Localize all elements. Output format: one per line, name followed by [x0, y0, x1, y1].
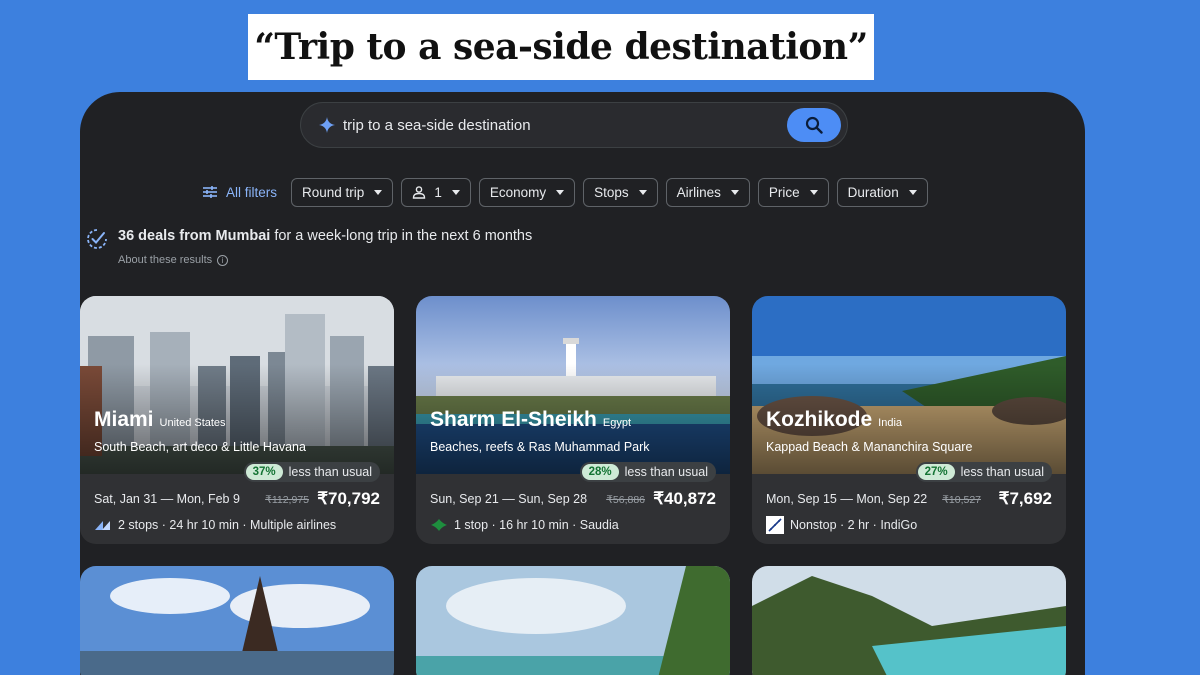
old-price: ₹10,527: [942, 494, 981, 506]
saudia-logo-icon: [431, 519, 447, 531]
trip-dates: Sat, Jan 31 — Mon, Feb 9: [94, 492, 240, 506]
card-subtitle: Kappad Beach & Mananchira Square: [766, 440, 973, 454]
current-price: ₹40,872: [653, 489, 716, 508]
passengers-label: 1: [434, 184, 442, 200]
card-city: Miami United States: [94, 408, 226, 432]
deals-rest: for a week-long trip in the next 6 month…: [270, 228, 533, 244]
cabin-label: Economy: [489, 184, 547, 200]
trip-dates: Sun, Sep 21 — Sun, Sep 28: [430, 492, 588, 506]
flight-details: 1 stop · 16 hr 10 min · Saudia: [454, 518, 619, 532]
discount-badge: 37%: [245, 464, 283, 480]
deals-count: 36 deals from Mumbai: [118, 228, 271, 244]
old-price: ₹56,886: [606, 494, 645, 506]
all-filters-button[interactable]: All filters: [202, 185, 277, 200]
chevron-down-icon: [451, 189, 460, 195]
card-subtitle: Beaches, reefs & Ras Muhammad Park: [430, 440, 650, 454]
old-price: ₹112,975: [265, 494, 309, 506]
current-price: ₹70,792: [317, 489, 380, 508]
duration-dropdown[interactable]: Duration: [836, 177, 928, 207]
card-city: Kozhikode India: [766, 408, 902, 432]
discount-badge: 27%: [917, 464, 955, 480]
duration-label: Duration: [847, 184, 899, 200]
chevron-down-icon: [556, 189, 565, 195]
destination-card-tropical[interactable]: [416, 566, 730, 675]
filter-bar: All filters Round trip 1 Economy Stops A…: [202, 177, 936, 207]
price-dropdown[interactable]: Price: [757, 177, 829, 207]
passengers-dropdown[interactable]: 1: [401, 177, 471, 207]
app-window: trip to a sea-side destination All filte…: [80, 92, 1085, 675]
search-icon: [805, 116, 823, 134]
city-name: Miami: [94, 408, 154, 431]
discount-badge: 28%: [581, 464, 619, 480]
destination-card-bali[interactable]: [80, 566, 394, 675]
stops-dropdown[interactable]: Stops: [583, 177, 658, 207]
about-label: About these results: [118, 254, 213, 266]
destination-card-miami[interactable]: Miami United States South Beach, art dec…: [80, 296, 394, 544]
mountain-coast-photo: [752, 566, 1066, 675]
search-button[interactable]: [787, 108, 841, 142]
discount-text: less than usual: [960, 465, 1044, 479]
discount-text: less than usual: [288, 465, 372, 479]
chevron-down-icon: [730, 189, 739, 195]
cabin-dropdown[interactable]: Economy: [478, 177, 576, 207]
card-city: Sharm El-Sheikh Egypt: [430, 408, 631, 432]
airlines-dropdown[interactable]: Airlines: [665, 177, 750, 207]
city-name: Sharm El-Sheikh: [430, 408, 597, 431]
destination-card-sharm-el-sheikh[interactable]: Sharm El-Sheikh Egypt Beaches, reefs & R…: [416, 296, 730, 544]
country-name: United States: [159, 417, 226, 429]
country-name: India: [878, 417, 903, 429]
info-icon: i: [217, 254, 229, 266]
chevron-down-icon: [908, 189, 917, 195]
discount-row: 28% less than usual: [579, 462, 716, 482]
flight-details: Nonstop · 2 hr · IndiGo: [790, 518, 918, 532]
country-name: Egypt: [602, 417, 632, 429]
filter-sliders-icon: [203, 186, 217, 198]
chevron-down-icon: [638, 189, 647, 195]
flight-info: Nonstop · 2 hr · IndiGo: [766, 516, 917, 534]
stops-label: Stops: [594, 184, 629, 200]
trip-dates: Mon, Sep 15 — Mon, Sep 22: [766, 492, 928, 506]
verified-check-icon: [87, 229, 107, 249]
trip-type-dropdown[interactable]: Round trip: [291, 177, 394, 207]
trip-type-label: Round trip: [302, 184, 365, 200]
discount-text: less than usual: [624, 465, 708, 479]
palm-beach-photo: [416, 566, 730, 675]
search-input[interactable]: trip to a sea-side destination: [343, 117, 531, 134]
person-icon: [413, 186, 426, 199]
search-bar[interactable]: trip to a sea-side destination: [300, 102, 848, 148]
chevron-down-icon: [374, 189, 383, 195]
price-label: Price: [768, 184, 800, 200]
flight-details: 2 stops · 24 hr 10 min · Multiple airlin…: [118, 518, 337, 532]
temple-photo: [80, 566, 394, 675]
banner-title: “Trip to a sea-side destination”: [254, 26, 868, 68]
multiple-airlines-icon: [95, 521, 110, 530]
card-subtitle: South Beach, art deco & Little Havana: [94, 440, 306, 454]
deals-summary: 36 deals from Mumbai for a week-long tri…: [86, 228, 532, 250]
discount-row: 37% less than usual: [243, 462, 380, 482]
airlines-label: Airlines: [676, 184, 721, 200]
sparkle-icon: [319, 117, 335, 133]
city-name: Kozhikode: [766, 408, 873, 431]
destination-card-mauritius[interactable]: [752, 566, 1066, 675]
all-filters-label: All filters: [226, 184, 278, 200]
about-results-link[interactable]: About these results i: [118, 254, 229, 266]
flight-info: 1 stop · 16 hr 10 min · Saudia: [430, 516, 619, 534]
current-price: ₹7,692: [998, 489, 1052, 508]
chevron-down-icon: [809, 189, 818, 195]
flight-info: 2 stops · 24 hr 10 min · Multiple airlin…: [94, 516, 336, 534]
discount-row: 27% less than usual: [915, 462, 1052, 482]
title-banner: “Trip to a sea-side destination”: [248, 14, 874, 80]
indigo-logo-icon: [766, 516, 784, 534]
destination-card-kozhikode[interactable]: Kozhikode India Kappad Beach & Mananchir…: [752, 296, 1066, 544]
deals-text: 36 deals from Mumbai for a week-long tri…: [118, 228, 532, 244]
